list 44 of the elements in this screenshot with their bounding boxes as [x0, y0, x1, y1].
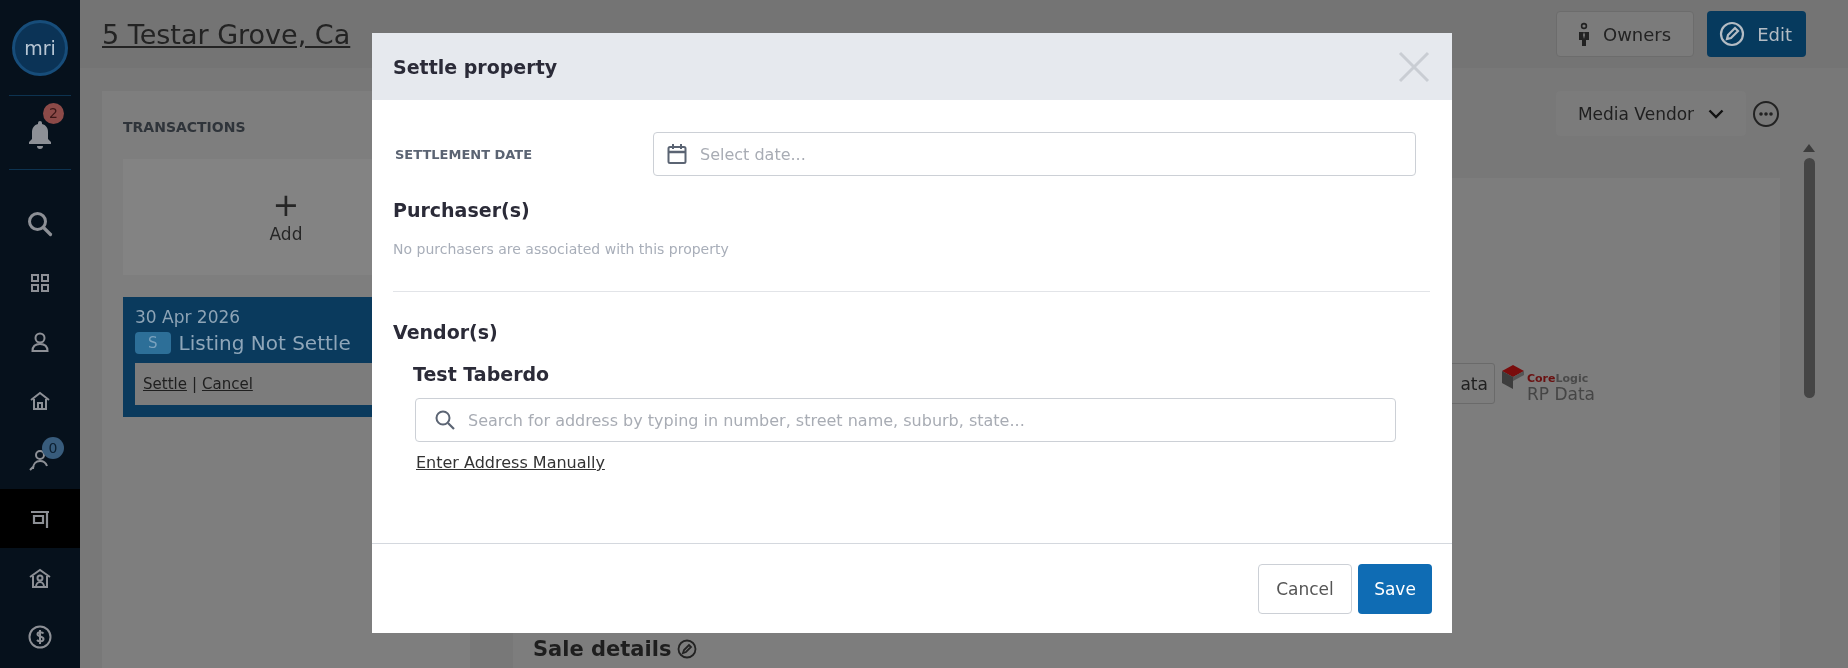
search-icon	[435, 410, 455, 430]
transaction-status: Listing Not Settle	[178, 331, 351, 355]
save-button[interactable]: Save	[1358, 563, 1432, 614]
house-icon	[30, 390, 50, 411]
section-heading: Vendor(s)	[393, 321, 498, 343]
property-title[interactable]: 5 Testar Grove, Ca	[102, 18, 351, 50]
search-icon	[27, 210, 53, 237]
transaction-date: 30 Apr 2026	[135, 307, 242, 327]
owners-button[interactable]: Owners	[1556, 11, 1695, 57]
date-field[interactable]: Select date...	[653, 132, 1416, 176]
notification-badge: 2	[43, 102, 64, 124]
house-person-icon	[29, 567, 51, 588]
edit-icon[interactable]	[677, 639, 698, 659]
action-link[interactable]: Settle	[143, 375, 187, 393]
calendar-icon	[667, 143, 687, 165]
cube-icon	[1500, 364, 1525, 390]
dialog-title: Settle property	[393, 55, 558, 78]
sign-icon	[30, 508, 50, 529]
vendor-name: Test Taberdo	[413, 363, 550, 385]
sidebar-item[interactable]	[0, 489, 80, 548]
person-icon	[1577, 22, 1591, 46]
status-badge: S	[135, 332, 171, 354]
grid-icon	[31, 273, 49, 292]
chevron-icon	[1708, 108, 1725, 119]
address-search-field[interactable]: Search for address by typing in number, street name, suburb, state...	[415, 398, 1396, 442]
sidebar-item[interactable]: 0	[0, 430, 80, 489]
edit-icon	[1719, 21, 1746, 47]
count-badge: 0	[42, 436, 64, 459]
cancel-button[interactable]: Cancel	[1258, 563, 1352, 614]
edit-button[interactable]: Edit	[1707, 11, 1806, 57]
dollar-icon	[28, 624, 52, 649]
action-link[interactable]: Cancel	[202, 375, 253, 393]
logo-brand: CoreLogic	[1526, 372, 1590, 385]
logo[interactable]: mri	[12, 19, 68, 76]
separator: |	[191, 375, 197, 393]
bell-icon[interactable]	[27, 118, 53, 149]
field-label: SETTLEMENT DATE	[394, 146, 534, 162]
manual-address-link[interactable]: Enter Address Manually	[416, 453, 605, 472]
section-title: Sale details	[533, 637, 672, 661]
person-icon	[31, 331, 49, 352]
scroll-up-icon[interactable]	[1803, 144, 1815, 152]
logo-product: RP Data	[1526, 385, 1595, 403]
more-icon[interactable]	[1752, 99, 1780, 128]
section-heading: TRANSACTIONS	[123, 119, 247, 135]
